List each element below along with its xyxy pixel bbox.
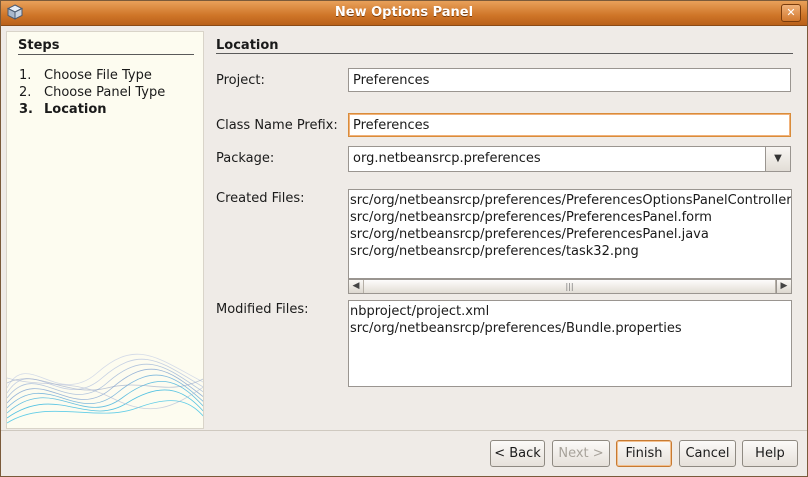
scroll-left-icon[interactable]: ◀ xyxy=(349,280,364,293)
title-divider xyxy=(216,53,793,54)
dialog-window: New Options Panel ✕ Steps 1. Choose File … xyxy=(0,0,808,477)
step-item: 2. Choose Panel Type xyxy=(19,84,165,101)
step-item: 1. Choose File Type xyxy=(19,67,165,84)
button-bar-divider xyxy=(1,430,807,431)
step-number: 2. xyxy=(19,85,32,100)
step-label: Location xyxy=(44,102,107,117)
next-button[interactable]: Next > xyxy=(552,440,610,467)
close-icon[interactable]: ✕ xyxy=(781,4,801,22)
created-files-label: Created Files: xyxy=(216,191,305,206)
class-name-prefix-field[interactable] xyxy=(348,113,791,137)
step-number: 3. xyxy=(19,102,33,117)
project-label: Project: xyxy=(216,73,265,88)
package-label: Package: xyxy=(216,151,275,166)
chevron-down-icon[interactable]: ▼ xyxy=(765,147,790,171)
back-button[interactable]: < Back xyxy=(490,440,545,467)
title-bar[interactable]: New Options Panel ✕ xyxy=(1,1,807,26)
decorative-wave-image xyxy=(7,353,203,424)
step-item-current: 3. Location xyxy=(19,101,165,118)
cancel-button[interactable]: Cancel xyxy=(679,440,736,467)
steps-list: 1. Choose File Type 2. Choose Panel Type 3… xyxy=(19,67,165,118)
list-item: src/org/netbeansrcp/preferences/Preferen… xyxy=(350,227,709,242)
project-field[interactable] xyxy=(348,68,791,92)
list-item: src/org/netbeansrcp/preferences/task32.p… xyxy=(350,244,639,259)
help-button[interactable]: Help xyxy=(742,440,798,467)
steps-divider xyxy=(18,54,194,55)
class-name-prefix-label: Class Name Prefix: xyxy=(216,118,338,133)
list-item: nbproject/project.xml xyxy=(350,304,490,319)
window-title: New Options Panel xyxy=(334,5,474,20)
step-number: 1. xyxy=(19,68,32,83)
scroll-right-icon[interactable]: ▶ xyxy=(776,280,791,293)
created-files-list[interactable]: src/org/netbeansrcp/preferences/Preferen… xyxy=(348,189,792,279)
modified-files-label: Modified Files: xyxy=(216,302,309,317)
scrollbar-thumb[interactable]: ||| xyxy=(363,280,776,293)
list-item: src/org/netbeansrcp/preferences/Bundle.p… xyxy=(350,321,682,336)
list-item: src/org/netbeansrcp/preferences/Preferen… xyxy=(350,210,712,225)
created-files-scrollbar[interactable]: ◀ ||| ▶ xyxy=(348,279,792,294)
list-item: src/org/netbeansrcp/preferences/Preferen… xyxy=(350,193,792,208)
page-title: Location xyxy=(216,38,279,53)
package-value: org.netbeansrcp.preferences xyxy=(353,151,541,166)
step-label: Choose File Type xyxy=(44,68,152,83)
steps-title: Steps xyxy=(18,38,60,53)
finish-button[interactable]: Finish xyxy=(616,440,672,467)
modified-files-list[interactable]: nbproject/project.xml src/org/netbeansrc… xyxy=(348,300,792,387)
steps-panel: Steps 1. Choose File Type 2. Choose Panel … xyxy=(6,31,204,429)
step-label: Choose Panel Type xyxy=(44,85,166,100)
package-combobox[interactable]: org.netbeansrcp.preferences ▼ xyxy=(348,146,791,172)
